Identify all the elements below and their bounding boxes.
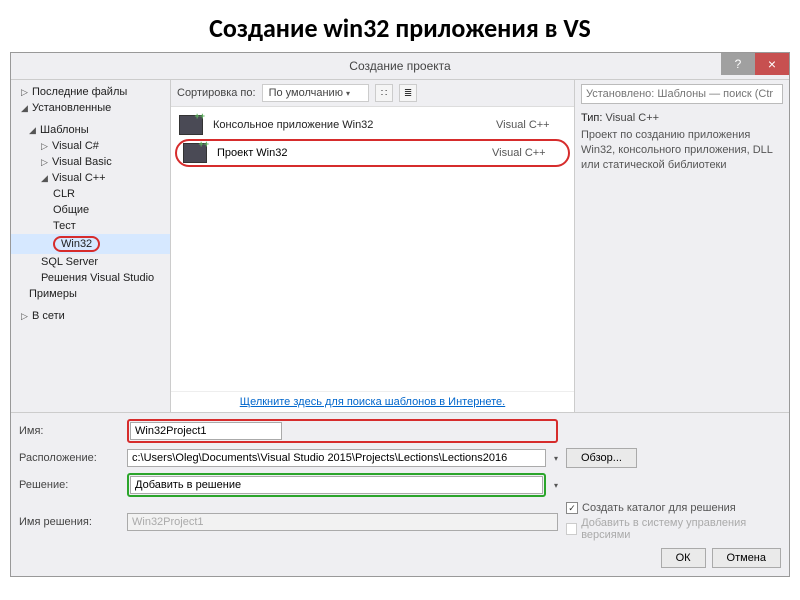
solution-dropdown[interactable] [130, 476, 543, 494]
version-control-label: Добавить в систему управления версиями [581, 517, 781, 541]
template-description: Проект по созданию приложения Win32, кон… [581, 128, 783, 173]
tree-clr-label: CLR [53, 188, 75, 200]
template-lang: Visual C++ [492, 147, 562, 159]
close-button[interactable]: × [755, 53, 789, 75]
template-name: Проект Win32 [217, 147, 482, 159]
bottom-form: Имя: Расположение: ▾ Обзор... Решение: ▾… [11, 413, 789, 576]
tree-win32-label: Win32 [61, 238, 92, 250]
console-app-icon: ++ [179, 115, 203, 135]
tree-examples-label: Примеры [29, 288, 77, 300]
tree-sql[interactable]: SQL Server [11, 254, 170, 270]
location-field[interactable] [127, 449, 546, 467]
online-templates-link[interactable]: Щелкните здесь для поиска шаблонов в Инт… [171, 391, 574, 412]
type-line: Тип: Visual C++ [581, 112, 783, 124]
tree-vsol[interactable]: Решения Visual Studio [11, 270, 170, 286]
template-list: ++ Консольное приложение Win32 Visual C+… [171, 107, 574, 391]
cancel-button[interactable]: Отмена [712, 548, 781, 568]
tree-common[interactable]: Общие [11, 202, 170, 218]
dialog-title: Создание проекта [11, 59, 789, 73]
tree-clr[interactable]: CLR [11, 186, 170, 202]
tree-online[interactable]: ▷В сети [11, 308, 170, 324]
type-value: Visual C++ [605, 112, 659, 124]
ok-button[interactable]: ОК [661, 548, 706, 568]
tree-common-label: Общие [53, 204, 89, 216]
tree-online-label: В сети [32, 310, 65, 322]
tree-vsol-label: Решения Visual Studio [41, 272, 154, 284]
tree-templates-label: Шаблоны [40, 124, 89, 136]
chevron-down-icon: ▾ [346, 89, 350, 98]
view-medium-icons-button[interactable]: ∷ [375, 84, 393, 102]
tree-vb-label: Visual Basic [52, 156, 112, 168]
win32-project-icon: ++ [183, 143, 207, 163]
create-dir-checkbox-row[interactable]: ✓ Создать каталог для решения [566, 502, 736, 514]
help-button[interactable]: ? [721, 53, 755, 75]
tree-installed-label: Установленные [32, 102, 111, 114]
solution-dropdown-icon[interactable]: ▾ [554, 481, 558, 490]
new-project-dialog: Создание проекта ? × ▷Последние файлы ◢У… [10, 52, 790, 577]
type-label: Тип: [581, 112, 602, 124]
tree-test-label: Тест [53, 220, 76, 232]
solution-name-label: Имя решения: [19, 516, 119, 528]
tree-test[interactable]: Тест [11, 218, 170, 234]
location-dropdown-icon[interactable]: ▾ [554, 454, 558, 463]
tree-vcpp-label: Visual C++ [52, 172, 106, 184]
titlebar: Создание проекта ? × [11, 53, 789, 79]
slide-title: Создание win32 приложения в VS [0, 0, 800, 52]
name-label: Имя: [19, 425, 119, 437]
version-control-checkbox-row: Добавить в систему управления версиями [566, 517, 781, 541]
sort-value: По умолчанию [269, 87, 343, 99]
template-console-win32[interactable]: ++ Консольное приложение Win32 Visual C+… [171, 111, 574, 139]
sort-dropdown[interactable]: По умолчанию ▾ [262, 84, 369, 102]
tree-recent[interactable]: ▷Последние файлы [11, 84, 170, 100]
search-input[interactable] [581, 84, 783, 104]
tree-win32[interactable]: Win32 [11, 234, 170, 254]
tree-recent-label: Последние файлы [32, 86, 127, 98]
solution-label: Решение: [19, 479, 119, 491]
location-label: Расположение: [19, 452, 119, 464]
center-panel: Сортировка по: По умолчанию ▾ ∷ ≣ ++ Кон… [171, 80, 574, 412]
tree-examples[interactable]: Примеры [11, 286, 170, 302]
left-tree: ▷Последние файлы ◢Установленные ◢Шаблоны… [11, 80, 171, 412]
template-name: Консольное приложение Win32 [213, 119, 486, 131]
checkbox-unchecked-icon [566, 523, 577, 535]
tree-sql-label: SQL Server [41, 256, 98, 268]
name-field[interactable] [130, 422, 282, 440]
center-toolbar: Сортировка по: По умолчанию ▾ ∷ ≣ [171, 80, 574, 107]
tree-csharp[interactable]: ▷Visual C# [11, 138, 170, 154]
sort-label: Сортировка по: [177, 87, 256, 99]
tree-templates[interactable]: ◢Шаблоны [11, 122, 170, 138]
view-small-icons-button[interactable]: ≣ [399, 84, 417, 102]
template-project-win32[interactable]: ++ Проект Win32 Visual C++ [175, 139, 570, 167]
tree-vb[interactable]: ▷Visual Basic [11, 154, 170, 170]
checkbox-checked-icon: ✓ [566, 502, 578, 514]
tree-vcpp[interactable]: ◢Visual C++ [11, 170, 170, 186]
template-lang: Visual C++ [496, 119, 566, 131]
browse-button[interactable]: Обзор... [566, 448, 637, 468]
create-dir-label: Создать каталог для решения [582, 502, 736, 514]
win32-highlight: Win32 [53, 236, 100, 252]
solution-name-field [127, 513, 558, 531]
tree-installed[interactable]: ◢Установленные [11, 100, 170, 116]
right-panel: Тип: Visual C++ Проект по созданию прило… [574, 80, 789, 412]
tree-csharp-label: Visual C# [52, 140, 99, 152]
